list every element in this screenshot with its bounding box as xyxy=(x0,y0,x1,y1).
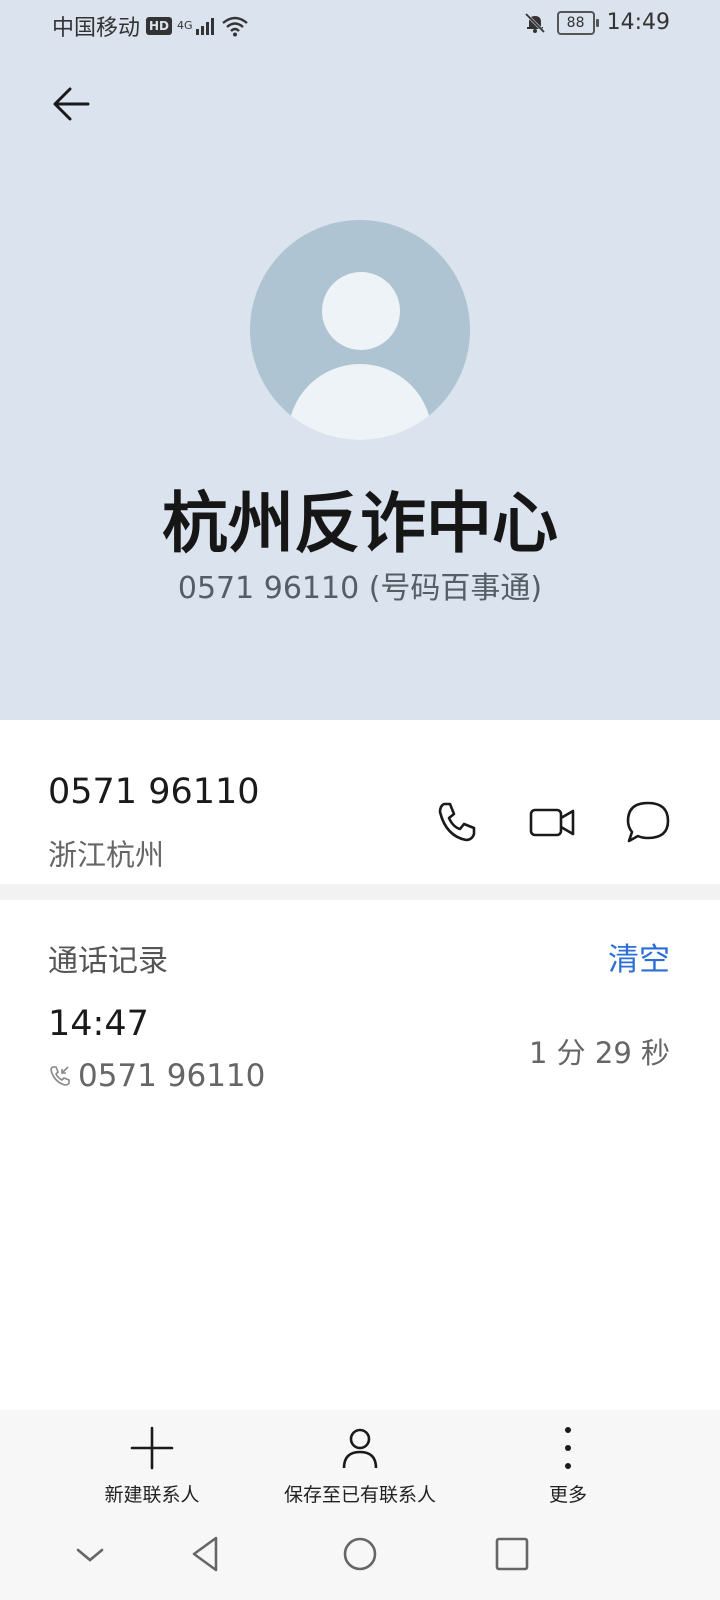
save-to-existing-label: 保存至已有联系人 xyxy=(283,1484,436,1506)
system-nav-bar xyxy=(0,1510,720,1600)
nav-home-icon[interactable] xyxy=(338,1532,382,1576)
contact-name: 杭州反诈中心 xyxy=(162,485,558,562)
phone-number-section[interactable]: 0571 96110 浙江杭州 xyxy=(0,720,720,884)
call-duration: 1 分 29 秒 xyxy=(528,1036,670,1070)
section-divider xyxy=(0,884,720,900)
incoming-call-icon xyxy=(50,1066,70,1086)
phone-number: 0571 96110 xyxy=(48,772,260,812)
clear-call-log-button[interactable]: 清空 xyxy=(608,934,670,979)
status-bar: 中国移动 HD 4G 88 14:49 xyxy=(0,0,720,48)
hd-badge: HD xyxy=(146,17,173,35)
wifi-icon xyxy=(221,16,248,37)
bottom-action-bar: 新建联系人 保存至已有联系人 更多 xyxy=(0,1410,720,1510)
call-log-title: 通话记录 xyxy=(48,944,168,979)
message-icon[interactable] xyxy=(624,798,672,846)
phone-icon[interactable] xyxy=(432,798,480,846)
nav-recents-icon[interactable] xyxy=(490,1532,534,1576)
call-number-row: 0571 96110 xyxy=(48,1058,265,1094)
clock: 14:49 xyxy=(606,10,670,35)
carrier-label: 中国移动 xyxy=(52,16,141,41)
signal-icon xyxy=(195,18,214,35)
phone-location: 浙江杭州 xyxy=(48,838,165,872)
mute-bell-icon xyxy=(524,12,545,33)
call-log-section: 通话记录 清空 14:47 0571 96110 1 分 29 秒 xyxy=(0,900,720,1100)
contact-avatar xyxy=(250,220,470,440)
nav-back-icon[interactable] xyxy=(184,1532,228,1576)
video-call-icon[interactable] xyxy=(528,798,576,846)
contact-subtitle: 0571 96110 (号码百事通) xyxy=(177,571,543,606)
back-arrow-icon[interactable] xyxy=(48,80,96,128)
call-number: 0571 96110 xyxy=(78,1058,266,1094)
plus-icon xyxy=(130,1426,174,1470)
network-label: 4G xyxy=(177,19,193,32)
person-icon xyxy=(342,1428,378,1469)
contact-header: 中国移动 HD 4G 88 14:49 杭州反诈中心 0571 96110 (号… xyxy=(0,0,720,720)
more-label: 更多 xyxy=(548,1484,587,1506)
battery-indicator: 88 xyxy=(556,10,599,35)
more-vertical-icon xyxy=(565,1427,571,1469)
call-time: 14:47 xyxy=(48,1004,149,1044)
new-contact-label: 新建联系人 xyxy=(104,1484,200,1506)
nav-collapse-icon[interactable] xyxy=(68,1532,112,1576)
